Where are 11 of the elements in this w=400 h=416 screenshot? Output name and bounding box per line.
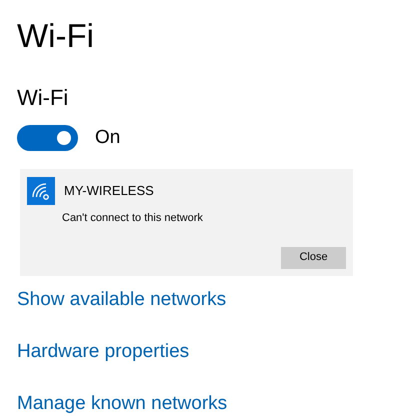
wifi-toggle[interactable]: [17, 125, 78, 152]
settings-link[interactable]: Hardware properties: [17, 340, 190, 364]
close-button[interactable]: Close: [281, 246, 346, 268]
toggle-label: On: [95, 126, 120, 150]
section-title: Wi-Fi: [17, 84, 70, 112]
wifi-icon: [27, 176, 55, 204]
page-title: Wi-Fi: [17, 16, 95, 56]
settings-link[interactable]: Manage known networks: [17, 392, 228, 416]
network-name: MY-WIRELESS: [64, 182, 155, 200]
status-message: Can't connect to this network: [62, 211, 203, 226]
settings-link[interactable]: Show available networks: [17, 288, 226, 312]
